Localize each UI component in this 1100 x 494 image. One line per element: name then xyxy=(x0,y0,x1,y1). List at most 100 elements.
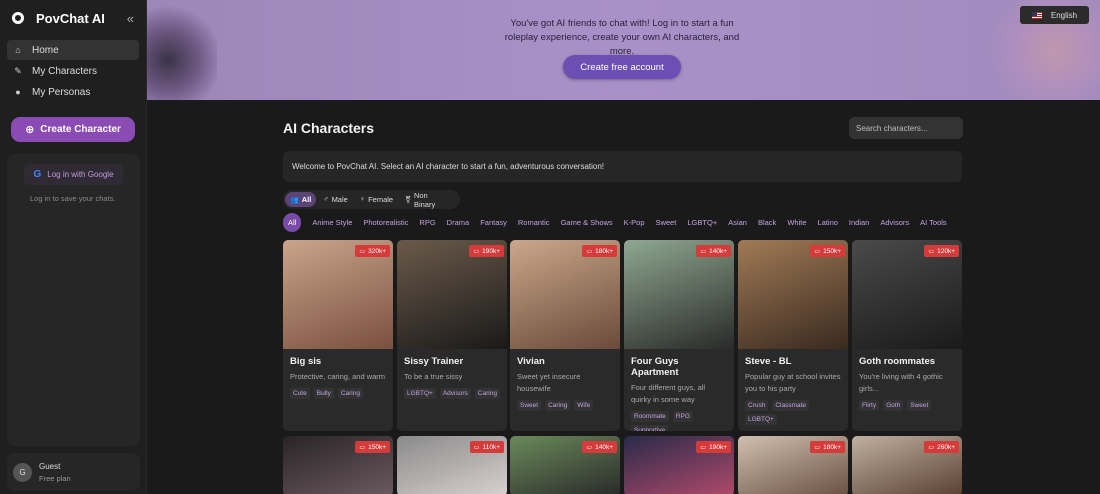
chat-count: 150k+ xyxy=(368,443,386,451)
chat-count: 150k+ xyxy=(823,247,841,255)
character-description: Four different guys, all quirky in some … xyxy=(631,383,706,404)
tag[interactable]: Bully xyxy=(313,388,334,399)
category-chip[interactable]: K-Pop xyxy=(624,218,645,227)
search-input[interactable] xyxy=(849,117,963,139)
character-image: ▭ 180k+ xyxy=(510,240,620,349)
tag[interactable]: Sweet xyxy=(907,400,932,411)
character-card[interactable]: ▭ 150k+ xyxy=(283,436,393,494)
chat-count-badge: ▭ 190k+ xyxy=(469,245,504,257)
us-flag-icon xyxy=(1031,11,1042,19)
gender-filter-all[interactable]: 👥 All xyxy=(285,192,317,207)
gender-label: Female xyxy=(368,195,394,204)
male-icon: ♂ xyxy=(323,196,329,203)
app-name: PovChat AI xyxy=(36,10,105,26)
tag[interactable]: Goth xyxy=(883,400,904,411)
tag[interactable]: Caring xyxy=(545,400,571,411)
chat-bubble-icon: ▭ xyxy=(586,444,593,451)
tag[interactable]: Caring xyxy=(337,388,363,399)
sidebar-item-home[interactable]: ⌂ Home xyxy=(7,40,139,60)
character-card[interactable]: ▭ 140k+ xyxy=(510,436,620,494)
character-name: Steve - BL xyxy=(745,356,792,367)
gender-filter-male[interactable]: ♂ Male xyxy=(318,192,353,207)
tag[interactable]: Crush xyxy=(745,400,769,411)
gender-filter: 👥 All ♂ Male ♀ Female ⚧ Non Binary xyxy=(283,190,460,209)
chat-count: 190k+ xyxy=(709,443,727,451)
sidebar-item-my-characters[interactable]: ✎ My Characters xyxy=(7,61,139,81)
character-card[interactable]: ▭ 110k+ xyxy=(397,436,507,494)
tag[interactable]: LGBTQ+ xyxy=(745,414,777,425)
chat-bubble-icon: ▭ xyxy=(473,444,480,451)
category-chip[interactable]: AI Tools xyxy=(920,218,947,227)
female-icon: ♀ xyxy=(359,196,366,203)
login-google-button[interactable]: G Log in with Google xyxy=(24,164,123,185)
page-title: AI Characters xyxy=(283,120,375,136)
category-chip[interactable]: Sweet xyxy=(656,218,677,227)
category-chip[interactable]: Drama xyxy=(447,218,470,227)
category-chip[interactable]: Asian xyxy=(728,218,747,227)
language-selector[interactable]: English xyxy=(1020,6,1089,24)
tag[interactable]: Flirty xyxy=(859,400,880,411)
character-card[interactable]: ▭ 190k+ Sissy Trainer To be a true sissy… xyxy=(397,240,507,431)
tag[interactable]: RPG xyxy=(672,411,693,422)
tag[interactable]: Roommate xyxy=(631,411,669,422)
character-card[interactable]: ▭ 150k+ Steve - BL Popular guy at school… xyxy=(738,240,848,431)
tag[interactable]: Cute xyxy=(290,388,310,399)
collapse-sidebar-icon[interactable]: « xyxy=(127,11,134,26)
category-chip[interactable]: Black xyxy=(758,218,776,227)
chat-count: 260k+ xyxy=(937,443,955,451)
gender-filter-non-binary[interactable]: ⚧ Non Binary xyxy=(400,191,456,209)
create-character-button[interactable]: ⊕ Create Character xyxy=(11,117,135,142)
welcome-message: Welcome to PovChat AI. Select an AI char… xyxy=(283,151,962,182)
chat-count-badge: ▭ 150k+ xyxy=(355,441,390,453)
guest-account[interactable]: G Guest Free plan xyxy=(7,453,140,491)
category-chip[interactable]: Latino xyxy=(817,218,837,227)
chat-count: 190k+ xyxy=(482,247,500,255)
character-card[interactable]: ▭ 180k+ xyxy=(738,436,848,494)
person-icon: ● xyxy=(15,87,21,97)
tag[interactable]: LGBTQ+ xyxy=(404,388,436,399)
character-name: Vivian xyxy=(517,356,545,367)
login-google-label: Log in with Google xyxy=(47,170,114,179)
create-free-account-button[interactable]: Create free account xyxy=(563,55,681,79)
character-name: Big sis xyxy=(290,356,322,367)
language-label: English xyxy=(1050,10,1078,20)
category-chip[interactable]: Anime Style xyxy=(312,218,352,227)
category-chip[interactable]: Fantasy xyxy=(480,218,507,227)
sidebar-item-label: Home xyxy=(32,44,59,56)
nonbinary-icon: ⚧ xyxy=(405,196,411,204)
tag[interactable]: Supportive xyxy=(631,425,669,431)
chat-count: 140k+ xyxy=(709,247,727,255)
character-card[interactable]: ▭ 260k+ xyxy=(852,436,962,494)
character-card[interactable]: ▭ 140k+ Four Guys Apartment Four differe… xyxy=(624,240,734,431)
category-chip[interactable]: Advisors xyxy=(880,218,909,227)
chat-count-badge: ▭ 150k+ xyxy=(810,245,845,257)
tag[interactable]: Wife xyxy=(574,400,594,411)
sidebar-item-my-personas[interactable]: ● My Personas xyxy=(7,82,139,102)
character-description: You're living with 4 gothic girls... xyxy=(859,372,943,393)
chat-bubble-icon: ▭ xyxy=(700,444,707,451)
tag[interactable]: Classmate xyxy=(772,400,810,411)
chat-count: 320k+ xyxy=(368,247,386,255)
google-icon: G xyxy=(33,169,42,180)
chat-bubble-icon: ▭ xyxy=(928,248,935,255)
sidebar-nav: ⌂ Home ✎ My Characters ● My Personas xyxy=(0,36,146,107)
tag[interactable]: Advisors xyxy=(439,388,471,399)
create-character-label: Create Character xyxy=(40,124,121,135)
character-card[interactable]: ▭ 180k+ Vivian Sweet yet insecure housew… xyxy=(510,240,620,431)
character-card[interactable]: ▭ 320k+ Big sis Protective, caring, and … xyxy=(283,240,393,431)
tag[interactable]: Sweet xyxy=(517,400,542,411)
category-chip[interactable]: RPG xyxy=(419,218,435,227)
category-chip[interactable]: Indian xyxy=(849,218,869,227)
category-chip[interactable]: LGBTQ+ xyxy=(687,218,717,227)
character-card[interactable]: ▭ 190k+ xyxy=(624,436,734,494)
tag[interactable]: Caring xyxy=(474,388,500,399)
character-card[interactable]: ▭ 120k+ Goth roommates You're living wit… xyxy=(852,240,962,431)
category-chip[interactable]: All xyxy=(283,213,302,232)
chat-count: 180k+ xyxy=(823,443,841,451)
category-chip[interactable]: White xyxy=(787,218,806,227)
category-chip[interactable]: Romantic xyxy=(518,218,550,227)
gender-filter-female[interactable]: ♀ Female xyxy=(355,192,398,207)
sidebar-item-label: My Personas xyxy=(32,86,91,98)
category-chip[interactable]: Photorealistic xyxy=(363,218,408,227)
category-chip[interactable]: Game & Shows xyxy=(561,218,613,227)
